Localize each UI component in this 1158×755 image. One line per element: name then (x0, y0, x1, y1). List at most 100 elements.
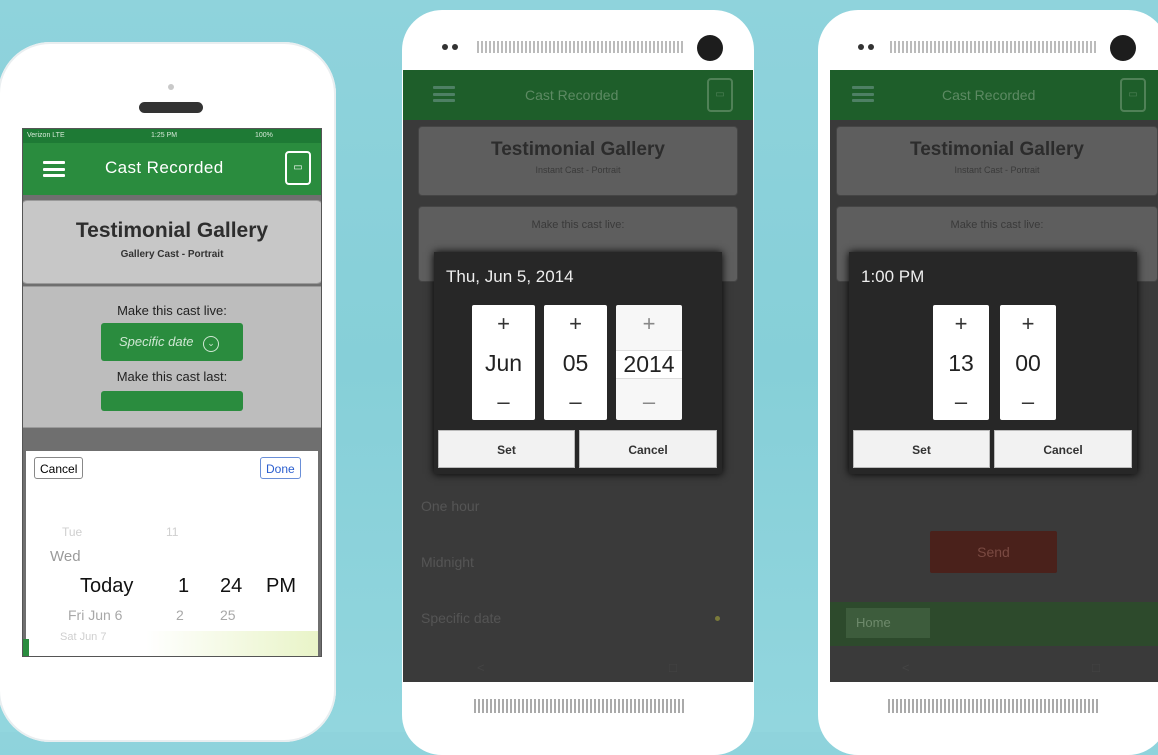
picker-day: Tue (62, 525, 83, 539)
specific-date-label: Specific date (119, 334, 194, 349)
menu-icon[interactable] (852, 86, 874, 102)
action-bar: Cast Recorded ▭ (830, 70, 1158, 120)
iphone-device: Verizon LTE 1:25 PM 100% Cast Recorded ▭… (0, 42, 336, 742)
last-label: Make this cast last: (116, 369, 228, 384)
sensor-dot (858, 44, 864, 50)
increment-icon[interactable]: + (933, 311, 989, 337)
live-label: Make this cast live: (950, 219, 1044, 231)
increment-icon[interactable]: + (616, 311, 682, 337)
decrement-icon[interactable]: – (472, 389, 535, 415)
sensor-dot (452, 44, 458, 50)
minute-value: 00 (1015, 350, 1041, 376)
option-midnight[interactable]: Midnight (421, 554, 474, 570)
card-subtitle: Instant Cast - Portrait (535, 165, 621, 175)
month-value: Jun (484, 350, 523, 376)
sensor-dot (868, 44, 874, 50)
option-one-hour[interactable]: One hour (421, 498, 479, 514)
radio-selected-icon (715, 616, 720, 621)
done-button[interactable]: Done (260, 457, 301, 479)
nav-title: Cast Recorded (105, 158, 224, 177)
cancel-button[interactable]: Cancel (579, 430, 717, 468)
android-screen-date: Cast Recorded ▭ Testimonial Gallery Inst… (403, 70, 753, 682)
hour-spinner[interactable]: + 13 – (933, 305, 989, 420)
chevron-down-icon: ⌄ (203, 336, 220, 352)
picker-day: Fri Jun 6 (68, 607, 123, 623)
menu-icon[interactable] (43, 161, 65, 177)
nav-bar: Cast Recorded ▭ (23, 143, 321, 195)
picker-day: Sat Jun 7 (60, 631, 107, 643)
card-title: Testimonial Gallery (75, 219, 269, 242)
send-button[interactable]: Send (930, 531, 1057, 573)
decrement-icon[interactable]: – (544, 389, 607, 415)
picker-day-selected: Today (80, 575, 134, 597)
speaker-grille (890, 41, 1098, 53)
android-phone-time: Cast Recorded ▭ Testimonial Gallery Inst… (818, 10, 1158, 755)
action-bar-title: Cast Recorded (525, 87, 619, 103)
home-key-icon[interactable]: □ (669, 660, 677, 675)
specific-date-button[interactable]: Specific date ⌄ (101, 323, 243, 361)
bottom-edge (23, 639, 29, 656)
home-key-icon[interactable]: □ (1092, 660, 1100, 675)
cast-icon[interactable]: ▭ (707, 78, 733, 112)
decrement-icon[interactable]: – (933, 389, 989, 415)
increment-icon[interactable]: + (544, 311, 607, 337)
increment-icon[interactable]: + (472, 311, 535, 337)
card-subtitle: Gallery Cast - Portrait (120, 249, 224, 260)
action-bar-title: Cast Recorded (942, 87, 1036, 103)
duration-button[interactable] (101, 391, 243, 411)
cast-icon[interactable]: ▭ (1120, 78, 1146, 112)
front-camera (168, 84, 174, 90)
back-key-icon[interactable]: < (902, 660, 910, 675)
set-button[interactable]: Set (853, 430, 990, 468)
picker-hour: 11 (166, 525, 179, 539)
dialog-header: Thu, Jun 5, 2014 (446, 267, 574, 286)
month-spinner[interactable]: + Jun – (472, 305, 535, 420)
gallery-card: Testimonial Gallery Instant Cast - Portr… (836, 126, 1158, 196)
cancel-button[interactable]: Cancel (994, 430, 1132, 468)
speaker-grille (477, 41, 685, 53)
decrement-icon[interactable]: – (616, 389, 682, 415)
android-phone-date: Cast Recorded ▭ Testimonial Gallery Inst… (402, 10, 754, 755)
cast-icon[interactable]: ▭ (285, 151, 311, 185)
sensor-dot (442, 44, 448, 50)
picker-day: Wed (50, 548, 81, 565)
date-picker-dialog: Thu, Jun 5, 2014 + Jun – + 05 – + 2014 –… (434, 252, 722, 474)
earpiece-speaker (139, 102, 203, 113)
picker-ampm-selected: PM (266, 575, 296, 597)
bottom-tab-bar: Home (830, 602, 1158, 646)
year-value: 2014 (616, 350, 682, 379)
picker-glow (146, 631, 318, 656)
clock-label: 1:25 PM (151, 132, 178, 139)
hour-value: 13 (948, 350, 974, 376)
action-bar: Cast Recorded ▭ (403, 70, 753, 120)
dialog-header: 1:00 PM (861, 267, 925, 286)
front-camera (1110, 35, 1136, 61)
picker-minute: 25 (220, 607, 236, 623)
back-key-icon[interactable]: < (477, 660, 485, 675)
gallery-card: Testimonial Gallery Instant Cast - Portr… (418, 126, 738, 196)
iphone-screen: Verizon LTE 1:25 PM 100% Cast Recorded ▭… (22, 128, 322, 657)
date-picker-sheet: Cancel Done Tue 11 Wed Today 1 24 PM Fri… (26, 451, 318, 656)
picker-hour: 2 (176, 607, 184, 623)
carrier-label: Verizon LTE (27, 132, 65, 139)
live-label: Make this cast live: (531, 219, 625, 231)
option-specific-date[interactable]: Specific date (421, 610, 501, 626)
front-camera (697, 35, 723, 61)
day-spinner[interactable]: + 05 – (544, 305, 607, 420)
decrement-icon[interactable]: – (1000, 389, 1056, 415)
set-button[interactable]: Set (438, 430, 575, 468)
bottom-speaker-grille (888, 699, 1098, 713)
gallery-card: Testimonial Gallery Gallery Cast - Portr… (23, 200, 321, 284)
bottom-speaker-grille (474, 699, 684, 713)
home-tab[interactable]: Home (846, 608, 930, 638)
time-picker-dialog: 1:00 PM + 13 – + 00 – Set Cancel (849, 252, 1137, 474)
minute-spinner[interactable]: + 00 – (1000, 305, 1056, 420)
card-title: Testimonial Gallery (491, 139, 665, 160)
card-subtitle: Instant Cast - Portrait (954, 165, 1040, 175)
picker-minute-selected: 24 (220, 575, 243, 597)
increment-icon[interactable]: + (1000, 311, 1056, 337)
day-value: 05 (562, 350, 589, 376)
menu-icon[interactable] (433, 86, 455, 102)
cancel-button[interactable]: Cancel (34, 457, 84, 479)
year-spinner[interactable]: + 2014 – (616, 305, 682, 420)
